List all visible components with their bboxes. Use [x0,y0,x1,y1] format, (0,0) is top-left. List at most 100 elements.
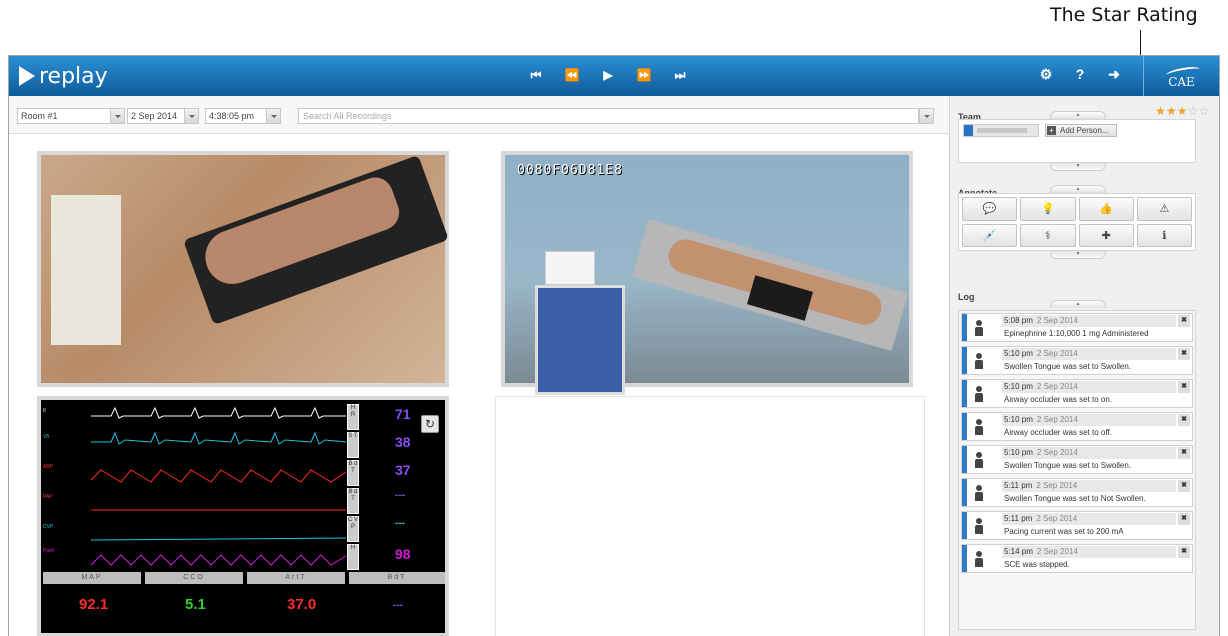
laptop [545,251,595,285]
star-1-icon[interactable]: ★ [1155,104,1166,118]
medkit-icon[interactable]: ✚ [1078,223,1134,247]
star-2-icon[interactable]: ★ [1166,104,1177,118]
person-icon [974,386,984,402]
monitor-tab-cco[interactable]: CCO [145,572,243,584]
team-member-name-redacted [977,128,1027,133]
log-time: 5:11 pm [1004,514,1033,523]
person-icon [974,353,984,369]
video-feed-1[interactable] [37,151,449,387]
add-person-button[interactable]: + Add Person... [1045,124,1117,137]
row-label-v5: V5 [43,434,49,440]
close-icon[interactable]: ✖ [1178,513,1190,525]
search-dropdown[interactable] [918,108,934,124]
monitor-st-button[interactable]: S T [347,432,359,458]
info-icon[interactable]: ℹ [1136,223,1192,247]
room-select[interactable]: Room #1 [17,108,125,124]
ecg-v5-wave [91,431,347,445]
log-entry[interactable]: 5:10 pm 2 Sep 2014 ✖ Swollen Tongue was s… [961,445,1193,474]
team-member-chip[interactable]: 👤 [963,124,1039,137]
play-icon[interactable]: ▶ [601,66,615,84]
close-icon[interactable]: ✖ [1178,414,1190,426]
skip-forward-icon[interactable]: ⏭ [673,66,687,84]
camera-label: 0080F06D81E8 [517,163,623,178]
monitor-tab-artt[interactable]: ArtT [247,572,345,584]
log-entry[interactable]: 5:11 pm 2 Sep 2014 ✖ Swollen Tongue was s… [961,478,1193,507]
log-time: 5:08 pm [1004,316,1033,325]
time-select[interactable]: 4:38:05 pm [205,108,281,124]
log-entry[interactable]: 5:11 pm 2 Sep 2014 ✖ Pacing current was s… [961,511,1193,540]
log-entry-header: 5:10 pm 2 Sep 2014 [1002,414,1176,426]
annotate-expand-tab[interactable]: ▼ [1050,251,1106,259]
stethoscope-icon[interactable]: ⚕ [1020,223,1076,247]
log-entry[interactable]: 5:08 pm 2 Sep 2014 ✖ Epinephrine 1:10,000… [961,313,1193,342]
star-5-icon[interactable]: ☆ [1198,104,1209,118]
rewind-icon[interactable]: ⏪ [565,66,580,84]
log-message: Pacing current was set to 200 mA [1004,527,1124,536]
abp-wave [90,469,347,483]
fast-forward-icon[interactable]: ⏩ [637,66,652,84]
log-entry-accent [962,446,967,473]
log-date: 2 Sep 2014 [1036,481,1078,490]
close-icon[interactable]: ✖ [1178,381,1190,393]
plus-icon: + [1047,126,1056,135]
warning-icon[interactable]: ⚠ [1136,197,1192,221]
close-icon[interactable]: ✖ [1178,315,1190,327]
monitor-hr-button[interactable]: H R [347,404,359,430]
chevron-down-icon [266,109,280,123]
close-icon[interactable]: ✖ [1178,480,1190,492]
vital-hr-value: 71 [395,406,411,422]
log-time: 5:14 pm [1004,547,1033,556]
log-date: 2 Sep 2014 [1036,382,1078,391]
log-message: Swollen Tongue was set to Swollen. [1004,461,1132,470]
monitor-cvp-button[interactable]: C V P [347,516,359,542]
log-entry[interactable]: 5:10 pm 2 Sep 2014 ✖ Swollen Tongue was s… [961,346,1193,375]
log-entry[interactable]: 5:14 pm 2 Sep 2014 ✖ SCE was stopped. [961,544,1193,573]
monitor-tab-bdt[interactable]: BdT [349,572,445,584]
log-entry[interactable]: 5:10 pm 2 Sep 2014 ✖ Airway occluder was … [961,412,1193,441]
person-icon [974,518,984,534]
row-label-abp: ABP [43,464,54,470]
gear-icon[interactable]: ⚙ [1039,66,1053,83]
close-icon[interactable]: ✖ [1178,447,1190,459]
vital-pleth-value: 98 [395,546,411,562]
log-message: Swollen Tongue was set to Not Swollen. [1004,494,1146,503]
help-icon[interactable]: ? [1073,66,1087,83]
search-input[interactable]: Search All Recordings [298,108,934,124]
monitor-h-button[interactable]: H [347,544,359,570]
log-collapse-tab[interactable]: ▲ [1050,300,1106,308]
annotate-collapse-tab[interactable]: ▲ [1050,185,1106,193]
logout-icon[interactable]: ➜ [1107,66,1121,83]
star-4-icon[interactable]: ☆ [1187,104,1198,118]
patient-monitor-feed[interactable]: II V5 ABP PAP CVP Pleth H R S T B d T B … [37,396,449,636]
team-expand-tab[interactable]: ▼ [1050,163,1106,171]
star-3-icon[interactable]: ★ [1177,104,1188,118]
close-icon[interactable]: ✖ [1178,546,1190,558]
log-date: 2 Sep 2014 [1036,316,1078,325]
log-entry-header: 5:10 pm 2 Sep 2014 [1002,447,1176,459]
team-collapse-tab[interactable]: ▲ [1050,111,1106,119]
refresh-icon[interactable]: ↻ [421,415,439,433]
log-entry[interactable]: 5:10 pm 2 Sep 2014 ✖ Airway occluder was … [961,379,1193,408]
log-date: 2 Sep 2014 [1036,514,1078,523]
log-message: Epinephrine 1:10,000 1 mg Administered [1004,329,1149,338]
star-rating[interactable]: ★★★☆☆ [1155,104,1209,118]
monitor-bdt-button-1[interactable]: B d T [347,460,359,486]
syringe-icon[interactable]: 💉 [962,223,1018,247]
log-message: Swollen Tongue was set to Swollen. [1004,362,1132,371]
lightbulb-icon[interactable]: 💡 [1020,197,1076,221]
annotate-panel: 💬 💡 👍 ⚠ 💉 ⚕ ✚ ℹ [958,193,1196,251]
monitor-tab-map[interactable]: MAP [43,572,141,584]
log-entry-accent [962,545,967,572]
skip-back-icon[interactable]: ⏮ [529,66,543,84]
replay-logo[interactable]: replay [19,62,108,90]
header-bar: replay ⏮ ⏪ ▶ ⏩ ⏭ ⚙ ? ➜ CAE [9,56,1219,96]
vital-st-value: 38 [395,434,411,450]
close-icon[interactable]: ✖ [1178,348,1190,360]
date-select[interactable]: 2 Sep 2014 [127,108,199,124]
monitor-bdt-button-2[interactable]: B d T [347,488,359,514]
map-value: 92.1 [79,596,109,613]
log-entry-header: 5:10 pm 2 Sep 2014 [1002,381,1176,393]
thumbs-up-icon[interactable]: 👍 [1078,197,1134,221]
comment-icon[interactable]: 💬 [962,197,1018,221]
video-feed-2[interactable]: 0080F06D81E8 [501,151,913,395]
